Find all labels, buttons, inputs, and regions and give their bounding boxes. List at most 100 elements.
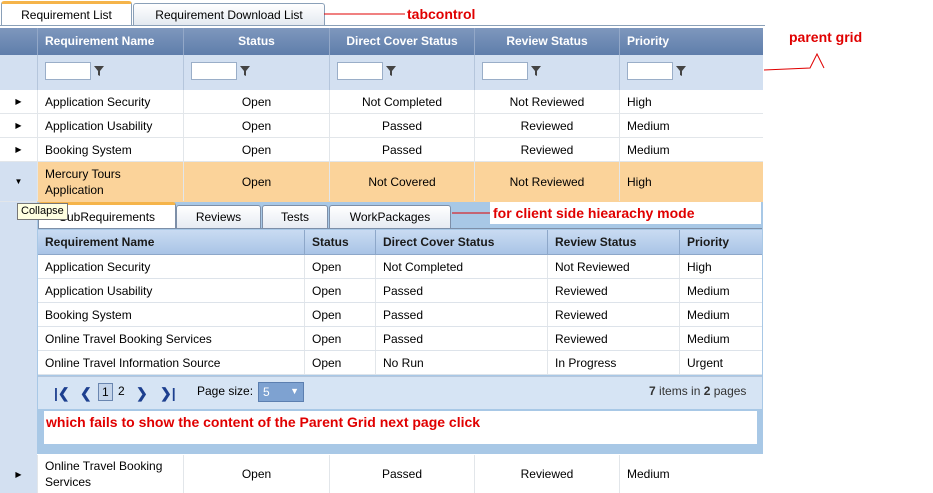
tab-requirement-list[interactable]: Requirement List [1, 1, 132, 26]
expand-arrow-icon[interactable]: ▶ [0, 90, 37, 113]
page-button-1[interactable]: 1 [98, 383, 113, 401]
filter-input[interactable] [627, 62, 673, 80]
page-size-value: 5 [263, 385, 270, 399]
cell-priority: Medium [679, 303, 762, 326]
tab-workpackages[interactable]: WorkPackages [329, 205, 451, 228]
table-row[interactable]: ▶ Application Usability Open Passed Revi… [0, 114, 763, 138]
tab-reviews[interactable]: Reviews [176, 205, 261, 228]
filter-icon[interactable] [676, 66, 686, 76]
next-page-icon[interactable]: ❯ [136, 385, 148, 402]
filter-cell [183, 55, 329, 90]
chevron-down-icon: ▼ [290, 386, 299, 396]
prev-page-icon[interactable]: ❮ [80, 385, 92, 402]
column-header-priority[interactable]: Priority [679, 230, 762, 254]
column-header-name[interactable]: Requirement Name [38, 230, 304, 254]
column-header-direct-cover[interactable]: Direct Cover Status [329, 28, 474, 55]
cell-direct: No Run [375, 351, 547, 374]
cell-review: Reviewed [547, 327, 679, 350]
cell-review: Reviewed [547, 279, 679, 302]
pages-suffix: pages [710, 384, 747, 398]
filter-cell [329, 55, 474, 90]
cell-review: Not Reviewed [547, 255, 679, 278]
table-row[interactable]: ▶ Booking System Open Passed Reviewed Me… [0, 138, 763, 162]
cell-priority: Medium [619, 138, 763, 161]
cell-review: Reviewed [474, 138, 619, 161]
column-header-direct-cover[interactable]: Direct Cover Status [375, 230, 547, 254]
table-row[interactable]: Online Travel Information Source Open No… [38, 351, 762, 375]
table-row-selected[interactable]: ▼ Mercury Tours Application Open Not Cov… [0, 162, 763, 202]
page-size-select[interactable]: 5 ▼ [258, 382, 304, 402]
cell-status: Open [304, 303, 375, 326]
arrow-line-icon [763, 52, 825, 71]
filter-icon[interactable] [240, 66, 250, 76]
expand-arrow-icon[interactable]: ▶ [0, 114, 37, 137]
cell-name: Application Usability [37, 114, 183, 137]
detail-tab-line [38, 228, 762, 229]
cell-direct: Not Completed [375, 255, 547, 278]
column-header-status[interactable]: Status [304, 230, 375, 254]
cell-status: Open [183, 162, 329, 201]
annotation-parent-grid: parent grid [789, 29, 863, 45]
filter-input[interactable] [482, 62, 528, 80]
filter-input[interactable] [45, 62, 91, 80]
cell-status: Open [183, 455, 329, 493]
column-header-status[interactable]: Status [183, 28, 329, 55]
table-row[interactable]: Application Usability Open Passed Review… [38, 279, 762, 303]
cell-status: Open [304, 327, 375, 350]
filter-icon[interactable] [386, 66, 396, 76]
column-header-review[interactable]: Review Status [547, 230, 679, 254]
tab-label: Tests [280, 210, 309, 224]
tab-label: Requirement Download List [155, 7, 303, 22]
tab-label: Requirement List [21, 8, 112, 22]
collapse-arrow-icon[interactable]: ▼ [0, 162, 37, 201]
child-grid-header: Requirement Name Status Direct Cover Sta… [38, 230, 762, 255]
cell-direct: Passed [329, 138, 474, 161]
cell-review: Not Reviewed [474, 162, 619, 201]
page-button-2[interactable]: 2 [118, 384, 125, 398]
filter-input[interactable] [337, 62, 383, 80]
arrow-line-icon [452, 212, 493, 214]
column-header-name[interactable]: Requirement Name [37, 28, 183, 55]
cell-name: Online Travel Booking Services [45, 331, 212, 346]
cell-priority: Urgent [679, 351, 762, 374]
tab-tests[interactable]: Tests [262, 205, 328, 228]
cell-priority: Medium [619, 114, 763, 137]
cell-status: Open [304, 351, 375, 374]
annotation-tabcontrol: tabcontrol [407, 6, 476, 22]
table-row[interactable]: ▶ Application Security Open Not Complete… [0, 90, 763, 114]
tab-requirement-download-list[interactable]: Requirement Download List [133, 3, 325, 25]
parent-grid-header: Requirement Name Status Direct Cover Sta… [0, 28, 763, 55]
cell-status: Open [183, 114, 329, 137]
cell-direct: Passed [375, 279, 547, 302]
cell-direct: Passed [375, 327, 547, 350]
filter-cell [619, 55, 763, 90]
column-header-priority[interactable]: Priority [619, 28, 763, 55]
tab-label: Reviews [195, 210, 242, 224]
cell-name: Online Travel Information Source [45, 355, 221, 370]
cell-priority: Medium [619, 455, 763, 493]
expand-arrow-icon[interactable]: ▶ [0, 138, 37, 161]
expand-arrow-icon[interactable]: ▶ [0, 455, 37, 493]
pager: |❮ ❮ 1 2 ❯ ❯| Page size: 5 ▼ 7 items in … [38, 376, 762, 409]
last-page-icon[interactable]: ❯| [160, 385, 176, 402]
filter-row [0, 55, 763, 91]
table-row[interactable]: Online Travel Booking Services Open Pass… [38, 327, 762, 351]
cell-direct: Not Completed [329, 90, 474, 113]
filter-icon[interactable] [94, 66, 104, 76]
filter-input[interactable] [191, 62, 237, 80]
column-header-review[interactable]: Review Status [474, 28, 619, 55]
cell-name: Booking System [45, 307, 132, 322]
cell-name: Online Travel Booking Services [37, 455, 183, 493]
table-row[interactable]: ▶ Online Travel Booking Services Open Pa… [0, 455, 763, 493]
cell-direct: Passed [375, 303, 547, 326]
filter-icon[interactable] [531, 66, 541, 76]
page-size-label: Page size: [197, 384, 254, 398]
cell-name: Application Usability [45, 283, 153, 298]
arrow-line-icon [324, 13, 405, 15]
first-page-icon[interactable]: |❮ [54, 385, 70, 402]
table-row[interactable]: Booking System Open Passed Reviewed Medi… [38, 303, 762, 327]
table-row[interactable]: Application Security Open Not Completed … [38, 255, 762, 279]
filter-cell [474, 55, 619, 90]
cell-review: Reviewed [547, 303, 679, 326]
items-mid: items in [655, 384, 704, 398]
